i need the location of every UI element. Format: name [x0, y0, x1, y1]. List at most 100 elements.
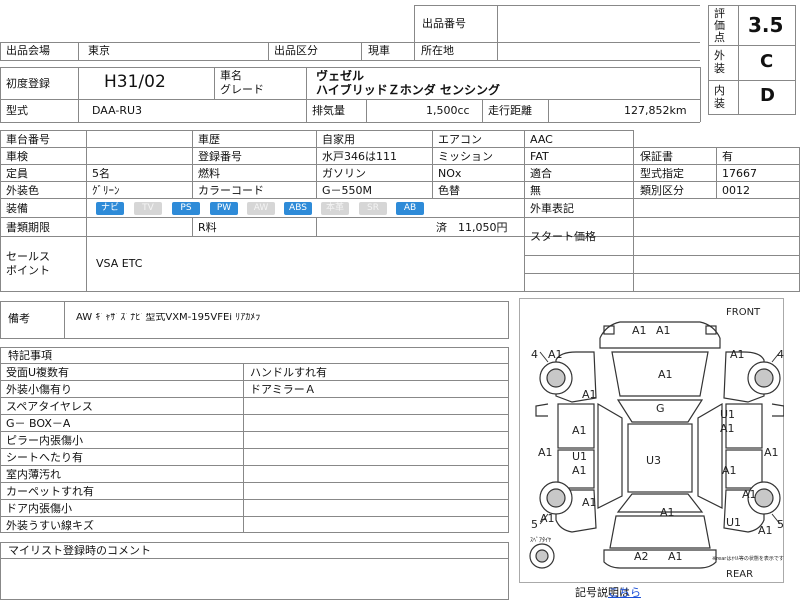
- car-damage-diagram: FRONT REAR ｽﾍﾟｱﾀｲﾔ ※rearはｵｲﾙ等の状態を表示です 4 …: [529, 307, 784, 580]
- category-label: 出品区分: [274, 45, 318, 56]
- damage-mark: A1: [660, 506, 675, 519]
- history-label: 車歴: [198, 134, 220, 145]
- damage-mark: U1: [726, 516, 741, 529]
- damage-mark: A1: [764, 446, 779, 459]
- wheel-num: 4: [777, 348, 784, 361]
- color-value: ｸﾞﾘｰﾝ: [92, 185, 120, 196]
- interior-value: D: [760, 87, 775, 105]
- reg-no-label: 登録番号: [198, 151, 242, 162]
- venue-value: 東京: [88, 45, 110, 56]
- damage-mark: U1: [720, 408, 735, 421]
- equip-badge-navi: ナビ: [96, 202, 124, 215]
- damage-mark: A1: [572, 464, 587, 477]
- car-name-label: 車名: [220, 70, 242, 81]
- recycle-value: 済 11,050円: [436, 222, 508, 233]
- damage-mark: A1: [538, 446, 553, 459]
- first-reg-value: H31/02: [104, 74, 166, 91]
- color-label: 外装色: [6, 185, 39, 196]
- recycle-label: R料: [198, 222, 217, 233]
- damage-mark: A1: [658, 368, 673, 381]
- doc-deadline-label: 書類期限: [6, 222, 50, 233]
- mission-value: FAT: [530, 151, 549, 162]
- class-value: 0012: [722, 185, 750, 196]
- equip-badge-abs: ABS: [284, 202, 312, 215]
- legend-link[interactable]: こちら: [608, 587, 641, 598]
- nox-label: NOx: [438, 168, 462, 179]
- start-price-label: スタート価格: [530, 231, 596, 242]
- damage-mark: A2: [634, 550, 649, 563]
- warranty-value: 有: [722, 151, 733, 162]
- venue-label: 出品会場: [6, 45, 50, 56]
- special-note-item-right: ドアミラーＡ: [250, 384, 316, 395]
- damage-mark: A1: [758, 524, 773, 537]
- color-code-value: G－550M: [322, 185, 373, 196]
- model-desig-label: 型式指定: [640, 168, 684, 179]
- equip-badge-tv: TV: [134, 202, 162, 215]
- warranty-label: 保証書: [640, 151, 673, 162]
- model-value: DAA-RU3: [92, 105, 143, 116]
- location-label: 所在地: [421, 45, 454, 56]
- wheel-num: 5: [531, 518, 538, 531]
- front-label: FRONT: [726, 307, 761, 318]
- equip-badge-leather: 本革: [321, 202, 349, 215]
- special-note-item: 外装小傷有り: [6, 384, 72, 395]
- mileage-value: 127,852km: [624, 105, 687, 116]
- damage-mark: A1: [572, 424, 587, 437]
- sales-point-label-line1: セールス: [6, 251, 50, 262]
- damage-mark: U1: [572, 450, 587, 463]
- rear-label: REAR: [726, 569, 753, 580]
- equip-badge-sr: SR: [359, 202, 387, 215]
- mission-label: ミッション: [438, 151, 493, 162]
- sales-point-value: VSA ETC: [96, 258, 143, 269]
- score-value: 3.5: [748, 15, 784, 35]
- damage-mark: A1: [632, 324, 647, 337]
- color-change-label: 色替: [438, 185, 460, 196]
- damage-mark: A1: [668, 550, 683, 563]
- class-label: 類別区分: [640, 185, 684, 196]
- model-desig-value: 17667: [722, 168, 757, 179]
- chassis-label: 車台番号: [6, 134, 50, 145]
- foreign-label: 外車表記: [530, 203, 574, 214]
- damage-mark: A1: [656, 324, 671, 337]
- equip-badge-ab: AB: [396, 202, 424, 215]
- history-value: 自家用: [322, 134, 355, 145]
- special-note-item: カーペットすれ有: [6, 486, 94, 497]
- special-note-item: スペアタイヤレス: [6, 401, 93, 412]
- damage-mark: A1: [548, 348, 563, 361]
- mileage-label: 走行距離: [488, 105, 532, 116]
- capacity-value: 5名: [92, 168, 110, 179]
- ac-value: AAC: [530, 134, 553, 145]
- reg-no-value: 水戸346は111: [322, 151, 397, 162]
- capacity-label: 定員: [6, 168, 28, 179]
- displacement-label: 排気量: [312, 105, 345, 116]
- exterior-label: 外装: [714, 49, 725, 75]
- wheel-num: 4: [531, 348, 538, 361]
- color-change-value: 無: [530, 185, 541, 196]
- comment-title: マイリスト登録時のコメント: [8, 545, 151, 556]
- special-notes-title: 特記事項: [8, 350, 52, 361]
- special-note-item: 室内薄汚れ: [6, 469, 61, 480]
- special-note-item: ピラー内張傷小: [6, 435, 83, 446]
- special-note-item: ドア内張傷小: [6, 503, 72, 514]
- damage-mark: G: [656, 402, 665, 415]
- damage-mark: A1: [722, 464, 737, 477]
- model-label: 型式: [6, 105, 28, 116]
- equip-badge-aw: AW: [247, 202, 275, 215]
- special-note-item-right: ハンドルすれ有: [250, 367, 327, 378]
- equip-badge-pw: PW: [210, 202, 238, 215]
- damage-mark: A1: [742, 488, 757, 501]
- fuel-value: ガソリン: [322, 168, 366, 179]
- category-value: 現車: [368, 45, 390, 56]
- special-note-item: シートへたり有: [6, 452, 83, 463]
- damage-mark: A1: [582, 496, 597, 509]
- fuel-label: 燃料: [198, 168, 220, 179]
- diagram-note: ※rearはｵｲﾙ等の状態を表示です: [712, 555, 784, 562]
- first-reg-label: 初度登録: [6, 78, 50, 89]
- equip-badge-ps: PS: [172, 202, 200, 215]
- nox-value: 適合: [530, 168, 552, 179]
- special-note-item: 外装うすい線キズ: [6, 520, 94, 531]
- damage-mark: A1: [582, 388, 597, 401]
- inspection-label: 車検: [6, 151, 28, 162]
- ac-label: エアコン: [438, 134, 482, 145]
- remarks-label: 備考: [8, 313, 30, 324]
